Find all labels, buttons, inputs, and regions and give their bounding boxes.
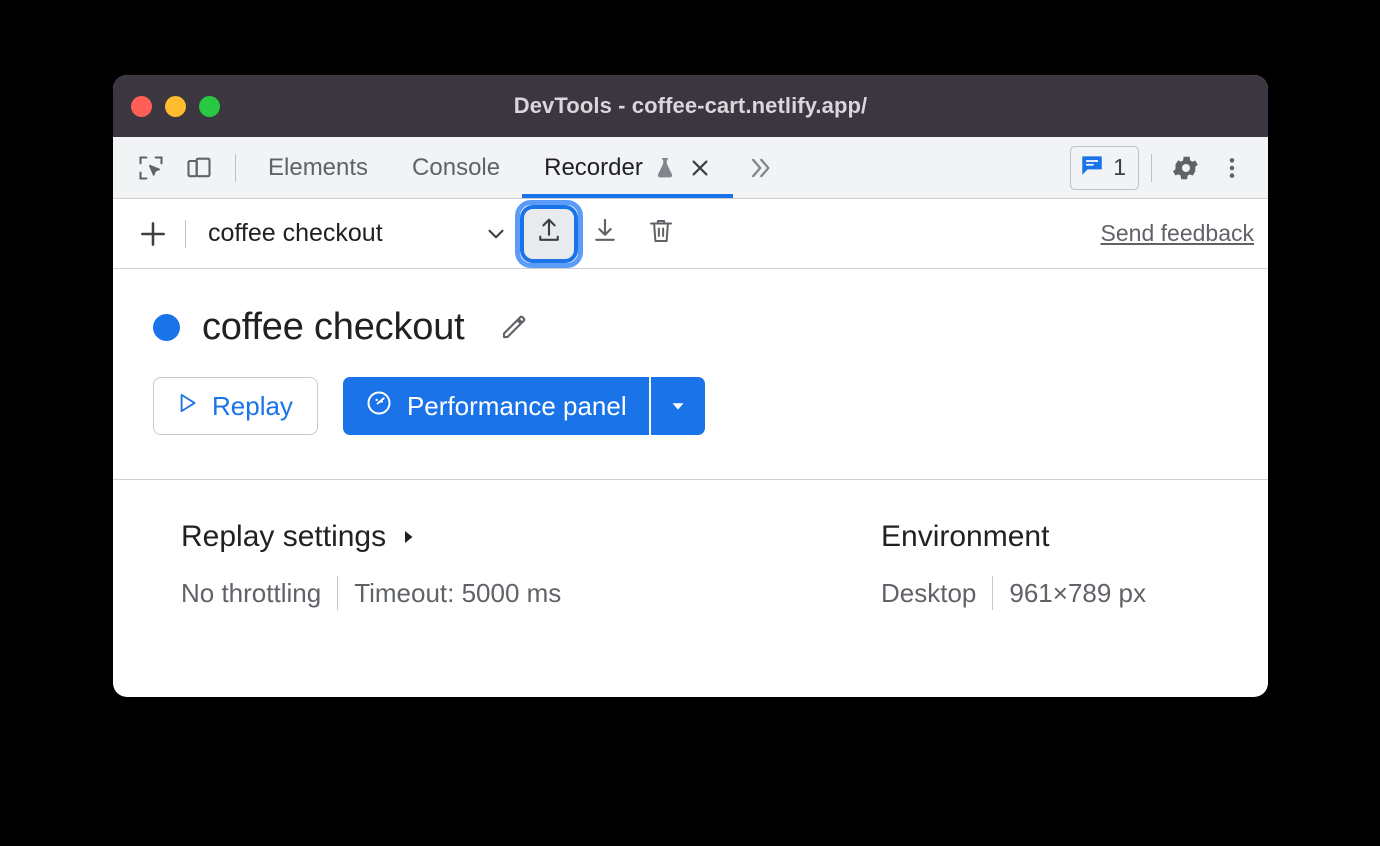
recorder-actions: [515, 199, 686, 268]
play-triangle-icon: [174, 390, 200, 423]
window-titlebar: DevTools - coffee-cart.netlify.app/: [113, 75, 1268, 137]
delete-recording-button[interactable]: [636, 209, 686, 259]
window-title: DevTools - coffee-cart.netlify.app/: [513, 93, 868, 118]
environment-viewport: 961×789 px: [1009, 577, 1147, 608]
replay-settings-column: Replay settings No throttling Timeout: 5…: [181, 520, 881, 610]
three-dots-vertical-icon[interactable]: [1210, 146, 1254, 190]
send-feedback-link[interactable]: Send feedback: [1101, 220, 1254, 247]
caret-right-icon: [399, 528, 417, 546]
recording-status-dot: [153, 313, 180, 341]
export-recording-button[interactable]: [515, 199, 583, 268]
value-separator: [337, 576, 339, 610]
tabbar-left-tools: [113, 137, 246, 198]
environment-column: Environment Desktop 961×789 px: [881, 520, 1146, 610]
selected-recording-name: coffee checkout: [208, 219, 383, 247]
replay-button[interactable]: Replay: [153, 377, 318, 435]
trash-icon: [646, 216, 676, 251]
recorder-action-toolbar: coffee checkout Send feedback: [113, 199, 1268, 269]
device-toolbar-icon[interactable]: [177, 146, 221, 190]
settings-section: Replay settings No throttling Timeout: 5…: [113, 480, 1268, 610]
tabbar-right-divider: [1151, 153, 1152, 182]
environment-heading-row: Environment: [881, 520, 1146, 554]
recording-title: coffee checkout: [202, 305, 465, 348]
performance-panel-dropdown-icon[interactable]: [648, 377, 705, 435]
panel-tabs: Elements Console Recorder: [246, 137, 785, 198]
inspect-element-icon[interactable]: [129, 146, 173, 190]
close-recorder-tab-icon[interactable]: [689, 157, 711, 179]
more-tabs-icon[interactable]: [733, 137, 785, 198]
value-separator: [992, 576, 994, 610]
replay-settings-values: No throttling Timeout: 5000 ms: [181, 576, 881, 610]
performance-gauge-icon: [365, 389, 393, 424]
maximize-window-button[interactable]: [199, 95, 220, 117]
environment-device: Desktop: [881, 577, 977, 608]
issues-count: 1: [1113, 154, 1126, 180]
traffic-lights: [113, 95, 220, 117]
recording-action-buttons: Replay Performance panel: [113, 349, 1268, 435]
pencil-icon[interactable]: [492, 305, 536, 349]
performance-panel-label: Performance panel: [406, 390, 627, 421]
add-recording-icon[interactable]: [131, 212, 175, 256]
performance-panel-button-group: Performance panel: [342, 377, 705, 435]
close-window-button[interactable]: [131, 95, 152, 117]
download-icon: [590, 216, 620, 251]
tab-console-label: Console: [412, 153, 501, 181]
replay-button-label: Replay: [212, 390, 293, 421]
issues-button[interactable]: 1: [1070, 145, 1139, 190]
tab-recorder[interactable]: Recorder: [522, 137, 733, 198]
replay-settings-heading: Replay settings: [181, 520, 387, 553]
environment-values: Desktop 961×789 px: [881, 576, 1146, 610]
issues-message-icon: [1079, 152, 1105, 183]
throttling-value: No throttling: [181, 577, 322, 608]
recording-header: coffee checkout: [113, 305, 1268, 349]
performance-panel-button[interactable]: Performance panel: [342, 377, 649, 435]
chevron-down-icon: [476, 221, 516, 247]
environment-heading: Environment: [881, 520, 1050, 553]
devtools-window: DevTools - coffee-cart.netlify.app/ Elem: [113, 75, 1268, 697]
experiment-flask-icon: [653, 156, 677, 180]
recording-selector[interactable]: coffee checkout: [196, 219, 516, 248]
devtools-tabbar: Elements Console Recorder 1: [113, 137, 1268, 199]
replay-settings-toggle[interactable]: Replay settings: [181, 520, 881, 554]
tab-recorder-label: Recorder: [544, 153, 643, 181]
gear-icon[interactable]: [1164, 146, 1208, 190]
tab-elements[interactable]: Elements: [246, 137, 390, 198]
tab-elements-label: Elements: [268, 153, 369, 181]
tabbar-right-tools: 1: [1070, 137, 1268, 198]
timeout-value: Timeout: 5000 ms: [354, 577, 562, 608]
import-recording-button[interactable]: [580, 209, 630, 259]
upload-icon: [534, 216, 564, 251]
tabbar-divider: [235, 153, 236, 182]
minimize-window-button[interactable]: [165, 95, 186, 117]
toolbar-divider: [185, 219, 186, 248]
recorder-main: coffee checkout Replay Performance panel…: [113, 269, 1268, 610]
tab-console[interactable]: Console: [390, 137, 522, 198]
